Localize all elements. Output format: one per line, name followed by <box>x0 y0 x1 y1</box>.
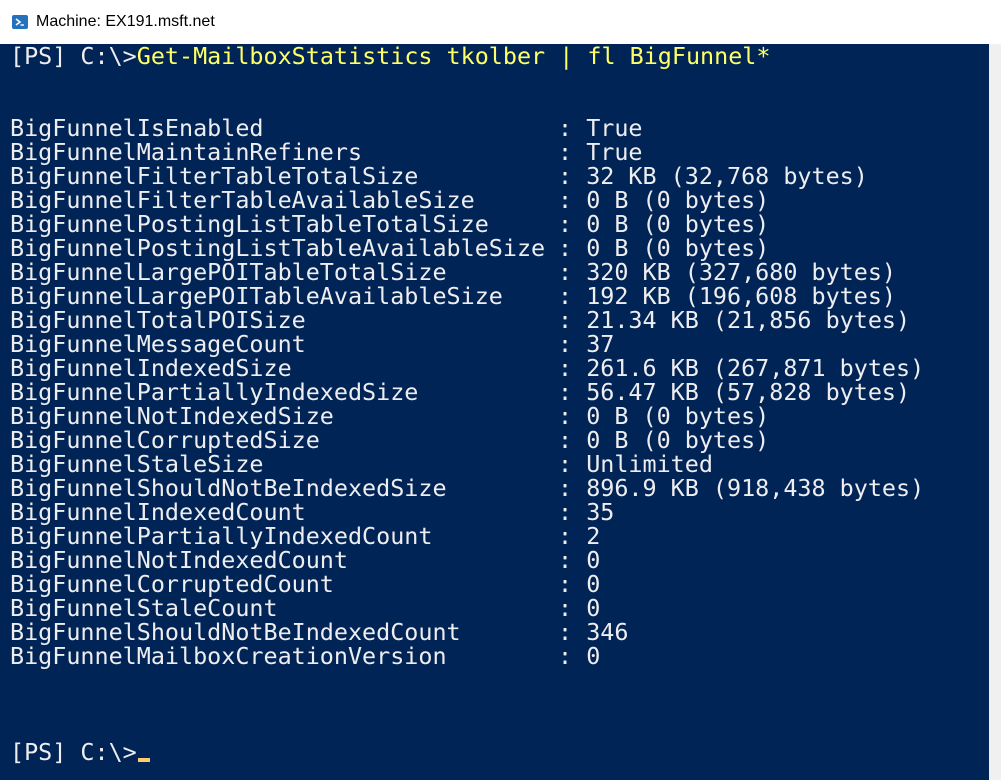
powershell-window: Machine: EX191.msft.net [PS] C:\>Get-Mai… <box>0 0 1001 780</box>
property-name: BigFunnelLargePOITableAvailableSize <box>10 282 503 310</box>
property-row: BigFunnelNotIndexedSize: 0 B (0 bytes) <box>10 404 769 428</box>
property-value: 21.34 KB (21,856 bytes) <box>586 306 911 334</box>
property-name: BigFunnelCorruptedCount <box>10 570 334 598</box>
command-text: Get-MailboxStatistics tkolber | fl BigFu… <box>136 44 771 70</box>
command-line: [PS] C:\>Get-MailboxStatistics tkolber |… <box>10 44 770 68</box>
property-name: BigFunnelPostingListTableAvailableSize <box>10 234 546 262</box>
property-name: BigFunnelPartiallyIndexedCount <box>10 522 433 550</box>
property-name: BigFunnelTotalPOISize <box>10 306 306 334</box>
property-name: BigFunnelMailboxCreationVersion <box>10 642 447 670</box>
property-row: BigFunnelStaleSize: Unlimited <box>10 452 713 476</box>
property-row: BigFunnelShouldNotBeIndexedSize: 896.9 K… <box>10 476 924 500</box>
property-row: BigFunnelPartiallyIndexedCount: 2 <box>10 524 600 548</box>
property-row: BigFunnelMessageCount: 37 <box>10 332 614 356</box>
property-row: BigFunnelShouldNotBeIndexedCount: 346 <box>10 620 628 644</box>
scrollbar[interactable] <box>989 44 1001 780</box>
property-row: BigFunnelNotIndexedCount: 0 <box>10 548 600 572</box>
window-title: Machine: EX191.msft.net <box>36 13 215 30</box>
property-row: BigFunnelIndexedCount: 35 <box>10 500 614 524</box>
final-prompt: [PS] C:\> <box>10 738 137 766</box>
property-name: BigFunnelStaleSize <box>10 450 264 478</box>
property-name: BigFunnelIsEnabled <box>10 114 264 142</box>
property-row: BigFunnelIndexedSize: 261.6 KB (267,871 … <box>10 356 924 380</box>
property-name: BigFunnelFilterTableTotalSize <box>10 162 419 190</box>
title-bar[interactable]: Machine: EX191.msft.net <box>0 0 1001 44</box>
property-name: BigFunnelIndexedSize <box>10 354 292 382</box>
property-row: BigFunnelFilterTableTotalSize: 32 KB (32… <box>10 164 868 188</box>
property-separator: : <box>558 642 573 670</box>
property-name: BigFunnelCorruptedSize <box>10 426 320 454</box>
property-value: 0 <box>586 642 601 670</box>
prompt-line[interactable]: [PS] C:\> <box>10 740 150 764</box>
property-name: BigFunnelIndexedCount <box>10 498 306 526</box>
property-row: BigFunnelPostingListTableAvailableSize: … <box>10 236 769 260</box>
property-name: BigFunnelNotIndexedSize <box>10 402 334 430</box>
property-name: BigFunnelShouldNotBeIndexedCount <box>10 618 461 646</box>
console-output[interactable]: [PS] C:\>Get-MailboxStatistics tkolber |… <box>0 44 989 780</box>
property-value: 896.9 KB (918,438 bytes) <box>586 474 925 502</box>
property-row: BigFunnelPostingListTableTotalSize: 0 B … <box>10 212 769 236</box>
property-row: BigFunnelMailboxCreationVersion: 0 <box>10 644 600 668</box>
property-row: BigFunnelStaleCount: 0 <box>10 596 600 620</box>
property-row: BigFunnelLargePOITableAvailableSize: 192… <box>10 284 896 308</box>
property-name: BigFunnelMessageCount <box>10 330 306 358</box>
property-name: BigFunnelFilterTableAvailableSize <box>10 186 475 214</box>
text-cursor <box>137 758 150 762</box>
property-name: BigFunnelShouldNotBeIndexedSize <box>10 474 447 502</box>
property-row: BigFunnelCorruptedCount: 0 <box>10 572 600 596</box>
property-name: BigFunnelMaintainRefiners <box>10 138 363 166</box>
property-name: BigFunnelPartiallyIndexedSize <box>10 378 419 406</box>
property-name: BigFunnelStaleCount <box>10 594 278 622</box>
property-row: BigFunnelTotalPOISize: 21.34 KB (21,856 … <box>10 308 910 332</box>
powershell-icon <box>12 15 28 29</box>
property-row: BigFunnelLargePOITableTotalSize: 320 KB … <box>10 260 896 284</box>
command-prompt: [PS] C:\> <box>10 44 137 70</box>
property-row: BigFunnelMaintainRefiners: True <box>10 140 643 164</box>
property-name: BigFunnelPostingListTableTotalSize <box>10 210 489 238</box>
property-row: BigFunnelCorruptedSize: 0 B (0 bytes) <box>10 428 769 452</box>
property-row: BigFunnelIsEnabled: True <box>10 116 643 140</box>
property-row: BigFunnelFilterTableAvailableSize: 0 B (… <box>10 188 769 212</box>
property-row: BigFunnelPartiallyIndexedSize: 56.47 KB … <box>10 380 910 404</box>
property-name: BigFunnelLargePOITableTotalSize <box>10 258 447 286</box>
property-name: BigFunnelNotIndexedCount <box>10 546 348 574</box>
